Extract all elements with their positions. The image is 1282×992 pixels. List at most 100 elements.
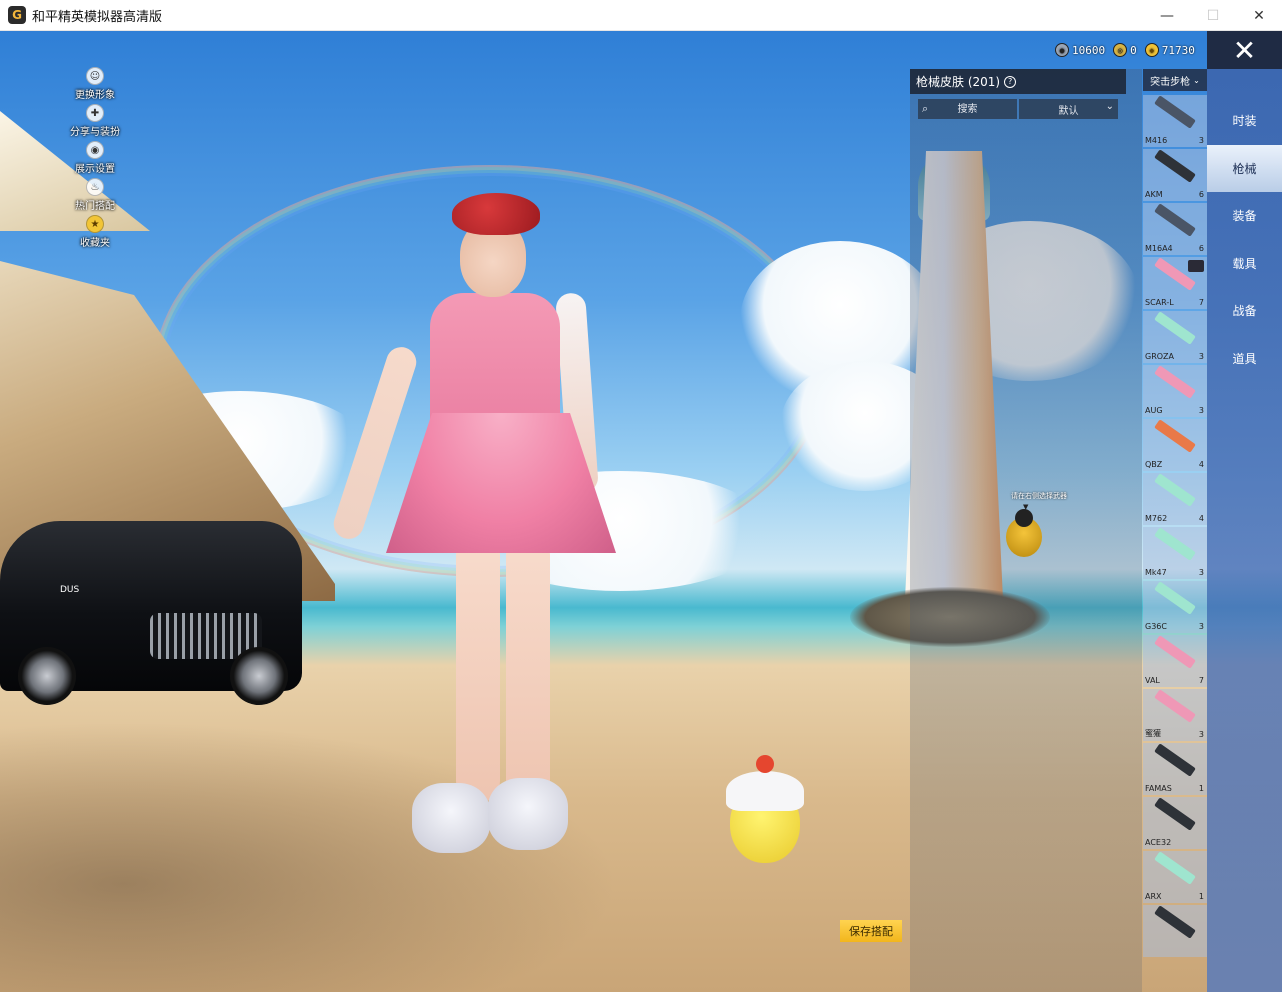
weapon-name: AUG [1145, 406, 1163, 415]
currency-item: ● 10600 [1055, 43, 1105, 57]
close-game-panel-button[interactable]: ✕ [1207, 31, 1282, 69]
weapon-name: VAL [1145, 676, 1160, 685]
weapon-skin-count: 4 [1198, 460, 1204, 469]
left-menu-item-display-settings[interactable]: ◉ 展示设置 [60, 141, 130, 178]
share-icon: ✚ [86, 104, 104, 122]
currency-value: 71730 [1161, 43, 1195, 57]
tab-equipment[interactable]: 装备 [1207, 192, 1282, 240]
sort-dropdown[interactable]: 默认 ⌄ [1019, 99, 1118, 119]
character-leg [456, 533, 500, 803]
game-viewport: DUS ☺ 更换形象 ✚ 分享与装扮 ◉ 展示设置 ♨ 热门搭配 ★ 收藏夹 ●… [0, 31, 1282, 992]
weapon-item[interactable]: AKM 6 [1143, 149, 1207, 201]
rifle-icon [1154, 743, 1196, 777]
weapon-item[interactable]: ARX 1 [1143, 851, 1207, 903]
weapon-name: AKM [1145, 190, 1163, 199]
rifle-icon [1154, 689, 1196, 723]
left-menu-item-favorites[interactable]: ★ 收藏夹 [60, 215, 130, 252]
weapon-name: ARX [1145, 892, 1162, 901]
rifle-icon [1154, 473, 1196, 507]
player-character[interactable] [320, 193, 640, 893]
weapon-item[interactable]: 蜜獾 3 [1143, 689, 1207, 741]
weapon-item[interactable]: G36C 3 [1143, 581, 1207, 633]
left-menu-item-change-look[interactable]: ☺ 更换形象 [60, 67, 130, 104]
weapon-item[interactable]: VAL 7 [1143, 635, 1207, 687]
car-vehicle: DUS [0, 521, 302, 705]
help-icon[interactable]: ? [1004, 75, 1017, 88]
left-menu-item-popular-outfits[interactable]: ♨ 热门搭配 [60, 178, 130, 215]
star-icon: ★ [86, 215, 104, 233]
weapon-name: FAMAS [1145, 784, 1172, 793]
flame-icon: ♨ [86, 178, 104, 196]
weapon-item[interactable]: FAMAS 1 [1143, 743, 1207, 795]
coin-gray-icon: ● [1055, 43, 1069, 57]
rifle-icon [1154, 851, 1196, 885]
search-icon: ⌕ [922, 102, 929, 115]
weapon-skin-count: 1 [1198, 784, 1204, 793]
character-hat [452, 193, 540, 235]
weapon-type-label: 突击步枪 [1150, 76, 1191, 88]
window-close-button[interactable]: ✕ [1236, 0, 1282, 31]
weapon-item[interactable]: GROZA 3 [1143, 311, 1207, 363]
save-outfit-button[interactable]: 保存搭配 [840, 920, 902, 942]
rifle-icon [1154, 149, 1196, 183]
app-logo-icon: G [8, 6, 26, 24]
weapon-name: M416 [1145, 136, 1168, 145]
weapon-item[interactable]: M762 4 [1143, 473, 1207, 525]
weapon-item[interactable]: ACE32 [1143, 797, 1207, 849]
tab-vehicles[interactable]: 载具 [1207, 240, 1282, 288]
weapon-item[interactable] [1143, 905, 1207, 957]
window-title: 和平精英模拟器高清版 [32, 9, 163, 25]
rifle-icon [1154, 365, 1196, 399]
panel-header: 枪械皮肤 (201) ? [910, 69, 1126, 94]
weapon-name: G36C [1145, 622, 1167, 631]
weapon-item[interactable]: QBZ 4 [1143, 419, 1207, 471]
weapon-item[interactable]: M16A4 6 [1143, 203, 1207, 255]
rifle-icon [1154, 797, 1196, 831]
rifle-icon [1154, 95, 1196, 129]
left-menu-label: 收藏夹 [80, 238, 110, 249]
character-bunny-slipper [412, 783, 490, 853]
weapon-name: GROZA [1145, 352, 1175, 361]
left-menu: ☺ 更换形象 ✚ 分享与装扮 ◉ 展示设置 ♨ 热门搭配 ★ 收藏夹 [60, 67, 130, 252]
weapon-name: ACE32 [1145, 838, 1172, 847]
weapon-skin-count: 3 [1198, 352, 1204, 361]
weapon-name: M16A4 [1145, 244, 1173, 253]
chick-knob [756, 755, 774, 773]
maximize-button[interactable]: ☐ [1190, 0, 1236, 31]
weapon-list: M416 3 AKM 6 M16A4 6 SCAR-L 7 GROZA 3 AUG 3 QBZ 4 M762… [1143, 95, 1207, 959]
weapon-name: Mk47 [1145, 568, 1167, 577]
car-plate: DUS [60, 585, 80, 595]
currency-item: ◆ 71730 [1144, 43, 1195, 57]
left-menu-label: 更换形象 [75, 90, 115, 101]
tab-weapons[interactable]: 枪械 [1207, 144, 1282, 192]
car-wheel [18, 647, 76, 705]
currency-value: 10600 [1072, 43, 1106, 57]
weapon-type-dropdown[interactable]: 突击步枪 ⌄ [1143, 69, 1207, 91]
chick-eggshell-hat [726, 771, 804, 811]
bomb-top [1015, 509, 1033, 527]
tab-fashion[interactable]: 时装 [1207, 97, 1282, 145]
select-weapon-hint: 请在右侧选择武器 [1011, 492, 1067, 500]
chick-pet[interactable] [724, 755, 806, 865]
category-tabs: 时装 枪械 装备 载具 战备 道具 [1207, 69, 1282, 992]
sort-label: 默认 [1058, 105, 1079, 117]
left-menu-item-share[interactable]: ✚ 分享与装扮 [60, 104, 130, 141]
weapon-item[interactable]: Mk47 3 [1143, 527, 1207, 579]
weapon-skin-count: 6 [1198, 190, 1204, 199]
tab-items[interactable]: 道具 [1207, 335, 1282, 383]
weapon-skin-count: 3 [1198, 622, 1204, 631]
weapon-skin-count: 3 [1198, 730, 1204, 739]
weapon-item[interactable]: SCAR-L 7 [1143, 257, 1207, 309]
weapon-skin-panel: 枪械皮肤 (201) ? ⌕ 默认 ⌄ 请在右侧选择武器 ▼ [910, 69, 1142, 992]
minimize-button[interactable]: — [1144, 0, 1190, 31]
weapon-skin-count: 4 [1198, 514, 1204, 523]
search-input[interactable] [918, 99, 1017, 119]
left-menu-label: 展示设置 [75, 164, 115, 175]
skin-badge-icon [1188, 260, 1204, 272]
rifle-icon [1154, 581, 1196, 615]
tab-war-prep[interactable]: 战备 [1207, 287, 1282, 335]
left-menu-label: 热门搭配 [75, 201, 115, 212]
weapon-item[interactable]: M416 3 [1143, 95, 1207, 147]
weapon-item[interactable]: AUG 3 [1143, 365, 1207, 417]
currency-bar: ● 10600 ◎ 0 ◆ 71730 [1055, 41, 1195, 59]
